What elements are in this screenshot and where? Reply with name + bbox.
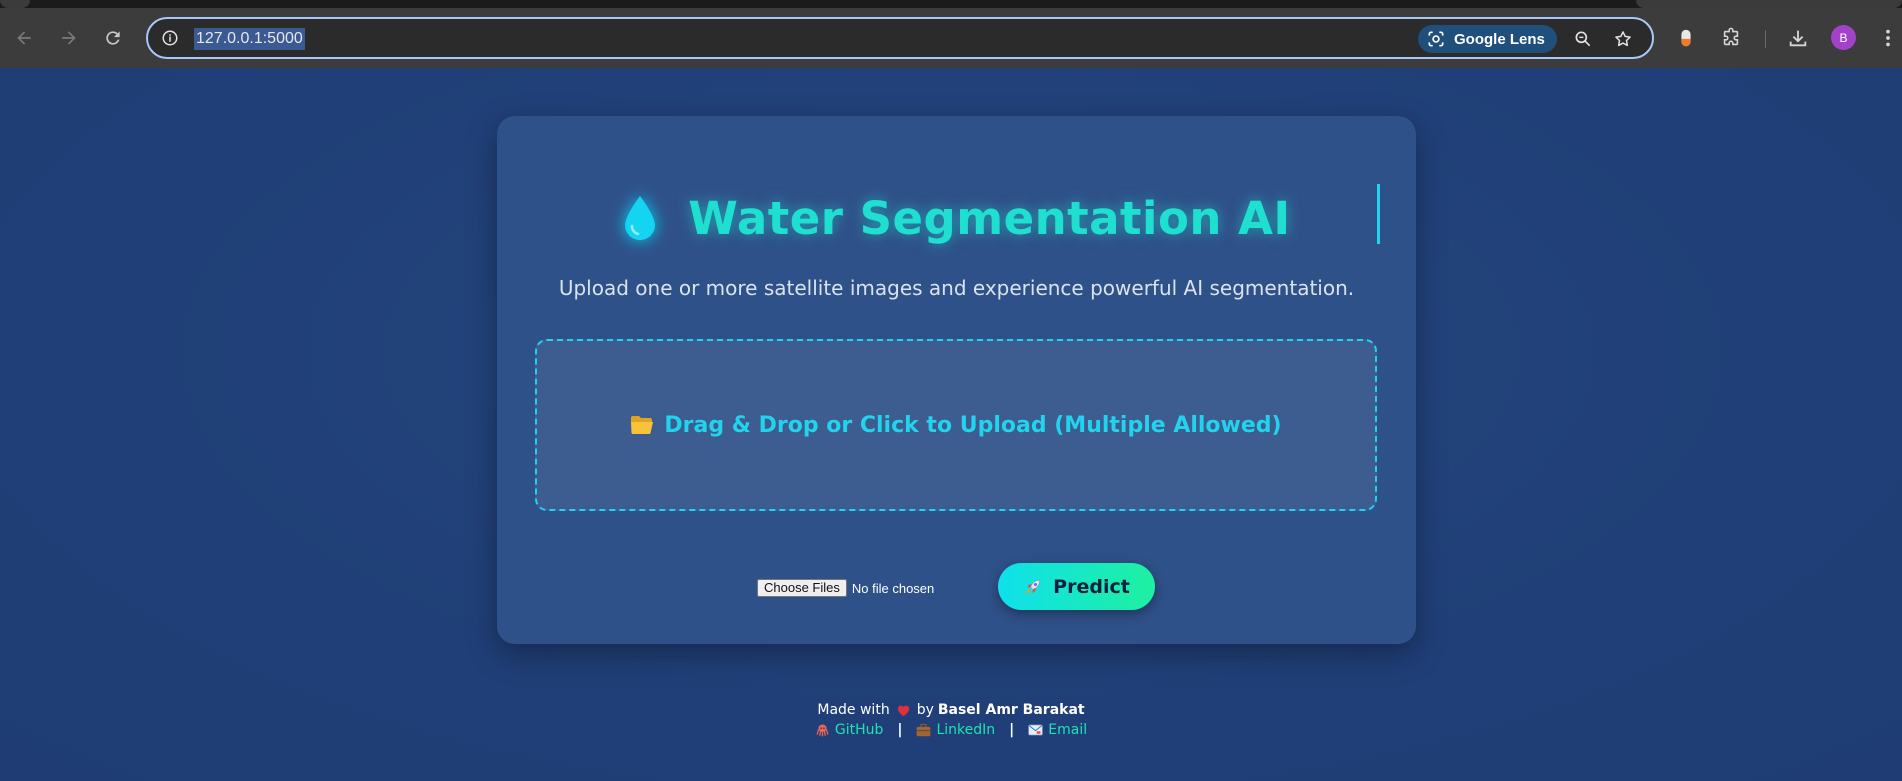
reload-button[interactable] [99, 24, 127, 52]
google-lens-icon [1428, 31, 1444, 47]
no-file-chosen-text: No file chosen [851, 580, 935, 596]
dropzone-content: Drag & Drop or Click to Upload (Multiple… [630, 412, 1282, 438]
tab-edge [0, 0, 30, 8]
back-button[interactable] [10, 24, 38, 52]
forward-button[interactable] [55, 24, 83, 52]
footer-separator: | [1009, 722, 1015, 738]
upload-controls: Choose Files No file chosen Predict [497, 563, 1416, 613]
upload-dropzone[interactable]: Drag & Drop or Click to Upload (Multiple… [535, 339, 1377, 511]
email-label: Email [1048, 722, 1088, 738]
dropzone-label: Drag & Drop or Click to Upload (Multiple… [664, 412, 1282, 438]
octopus-icon [816, 724, 829, 737]
title-row: Water Segmentation AI [497, 188, 1416, 248]
predict-label: Predict [1053, 575, 1130, 598]
github-label: GitHub [834, 722, 884, 738]
heart-icon [897, 705, 909, 717]
reload-icon [106, 31, 120, 45]
site-info-icon[interactable] [160, 28, 180, 48]
more-menu-icon[interactable] [1876, 26, 1900, 50]
footer-credit: Made with by Basel Amr Barakat [0, 702, 1902, 718]
open-folder-icon [631, 416, 654, 435]
footer-separator: | [897, 722, 903, 738]
github-link[interactable]: GitHub [815, 722, 884, 738]
toolbar-divider [1765, 30, 1766, 48]
choose-files-button[interactable]: Choose Files [757, 579, 847, 597]
water-drop-icon [625, 196, 656, 240]
page-title: Water Segmentation AI [688, 191, 1291, 245]
profile-avatar[interactable]: B [1831, 25, 1856, 50]
typing-caret [1377, 184, 1380, 244]
made-with-text: Made with [817, 702, 890, 718]
footer-links: GitHub | LinkedIn | Email [0, 722, 1902, 738]
upload-card: Water Segmentation AI Upload one or more… [497, 116, 1416, 644]
page-subtitle: Upload one or more satellite images and … [558, 276, 1355, 300]
back-icon [17, 31, 31, 45]
briefcase-icon [917, 723, 931, 737]
browser-toolbar: 127.0.0.1:5000 Google Lens B [0, 8, 1902, 68]
tab-strip [0, 0, 1902, 8]
rocket-icon [1026, 579, 1041, 594]
predict-button[interactable]: Predict [998, 563, 1155, 610]
google-lens-label: Google Lens [1454, 30, 1545, 48]
url-text[interactable]: 127.0.0.1:5000 [194, 28, 305, 50]
bookmark-star-icon[interactable] [1612, 28, 1634, 50]
tab-edge [1636, 0, 1902, 8]
page-body: Water Segmentation AI Upload one or more… [0, 68, 1902, 781]
forward-icon [62, 31, 76, 45]
email-link[interactable]: Email [1028, 722, 1087, 738]
envelope-icon [1028, 724, 1044, 736]
extensions-puzzle-icon[interactable] [1719, 26, 1743, 50]
linkedin-link[interactable]: LinkedIn [916, 722, 995, 738]
zoom-icon[interactable] [1572, 28, 1594, 50]
extension-pill-icon[interactable] [1674, 26, 1698, 50]
by-text: by [916, 702, 934, 718]
google-lens-button[interactable]: Google Lens [1418, 25, 1557, 53]
address-bar[interactable]: 127.0.0.1:5000 Google Lens [146, 17, 1654, 59]
author-name: Basel Amr Barakat [937, 702, 1085, 718]
file-input[interactable]: Choose Files No file chosen [757, 579, 934, 597]
linkedin-label: LinkedIn [936, 722, 996, 738]
download-icon[interactable] [1786, 26, 1810, 50]
